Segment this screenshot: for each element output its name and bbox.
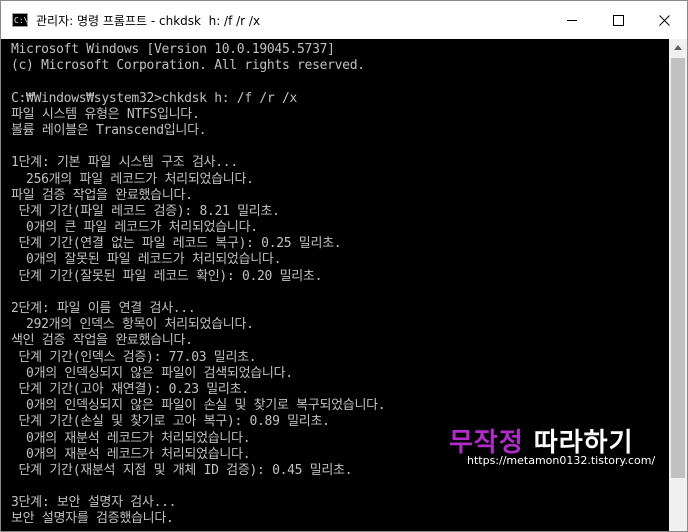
maximize-button[interactable] xyxy=(595,1,641,39)
console-line: 파일 시스템 유형은 NTFS입니다. xyxy=(11,106,200,122)
console-line: 단계 기간(고아 재연결): 0.23 밀리초. xyxy=(11,381,250,397)
console-line: Microsoft Windows [Version 10.0.19045.57… xyxy=(11,42,335,57)
scrollbar-thumb[interactable] xyxy=(671,58,685,478)
title-bar[interactable]: C:\ 관리자: 명령 프롬프트 - chkdsk h: /f /r /x xyxy=(1,1,687,39)
console-line: 색인 검증 작업을 완료했습니다. xyxy=(11,333,193,349)
window-title: 관리자: 명령 프롬프트 - chkdsk h: /f /r /x xyxy=(36,13,261,28)
minimize-icon xyxy=(567,20,577,21)
console-line: 단계 기간(인덱스 검증): 77.03 밀리초. xyxy=(11,349,257,365)
chevron-up-icon xyxy=(674,45,682,50)
minimize-button[interactable] xyxy=(549,1,595,39)
window-controls xyxy=(549,1,687,39)
console-line: 단계 기간(연결 없는 파일 레코드 복구): 0.25 밀리초. xyxy=(11,236,342,252)
vertical-scrollbar[interactable] xyxy=(669,39,687,531)
console-line: (c) Microsoft Corporation. All rights re… xyxy=(11,58,365,74)
console-line: 292개의 인덱스 항목이 처리되었습니다. xyxy=(11,317,254,333)
console-line: 볼륨 레이블은 Transcend입니다. xyxy=(11,122,207,138)
close-button[interactable] xyxy=(641,1,687,39)
console-line: 0개의 잘못된 파일 레코드가 처리되었습니다. xyxy=(11,252,282,268)
maximize-icon xyxy=(613,15,624,26)
scroll-up-button[interactable] xyxy=(669,39,687,56)
console-line: C:₩Windows₩system32>chkdsk h: /f /r /x xyxy=(11,90,298,106)
console-line: 0개의 큰 파일 레코드가 처리되었습니다. xyxy=(11,220,258,236)
watermark-url: https://metamon0132.tistory.com/ xyxy=(467,454,656,467)
watermark: 무작정 따라하기 https://metamon0132.tistory.com… xyxy=(447,422,667,472)
console-line: 1단계: 기본 파일 시스템 구조 검사... xyxy=(11,155,238,171)
console-line: 파일 검증 작업을 완료했습니다. xyxy=(11,187,193,203)
command-prompt-window: C:\ 관리자: 명령 프롬프트 - chkdsk h: /f /r /x Mi… xyxy=(0,0,688,532)
close-icon xyxy=(659,15,670,26)
console-line: 보안 설명자를 검증했습니다. xyxy=(11,511,174,527)
cmd-icon[interactable]: C:\ xyxy=(12,13,28,27)
console-line: 256개의 파일 레코드가 처리되었습니다. xyxy=(11,171,254,187)
console-line: 0개의 인덱싱되지 않은 파일이 손실 및 찾기로 복구되었습니다. xyxy=(11,398,386,414)
console-line: 3단계: 보안 설명자 검사... xyxy=(11,495,177,511)
console-line: 단계 기간(파일 레코드 검증): 8.21 밀리초. xyxy=(11,203,280,219)
console-line: 0개의 인덱싱되지 않은 파일이 검색되었습니다. xyxy=(11,365,293,381)
console-line: 2단계: 파일 이름 연결 검사... xyxy=(11,301,196,316)
console-line: 단계 기간(잘못된 파일 레코드 확인): 0.20 밀리초. xyxy=(11,268,323,284)
